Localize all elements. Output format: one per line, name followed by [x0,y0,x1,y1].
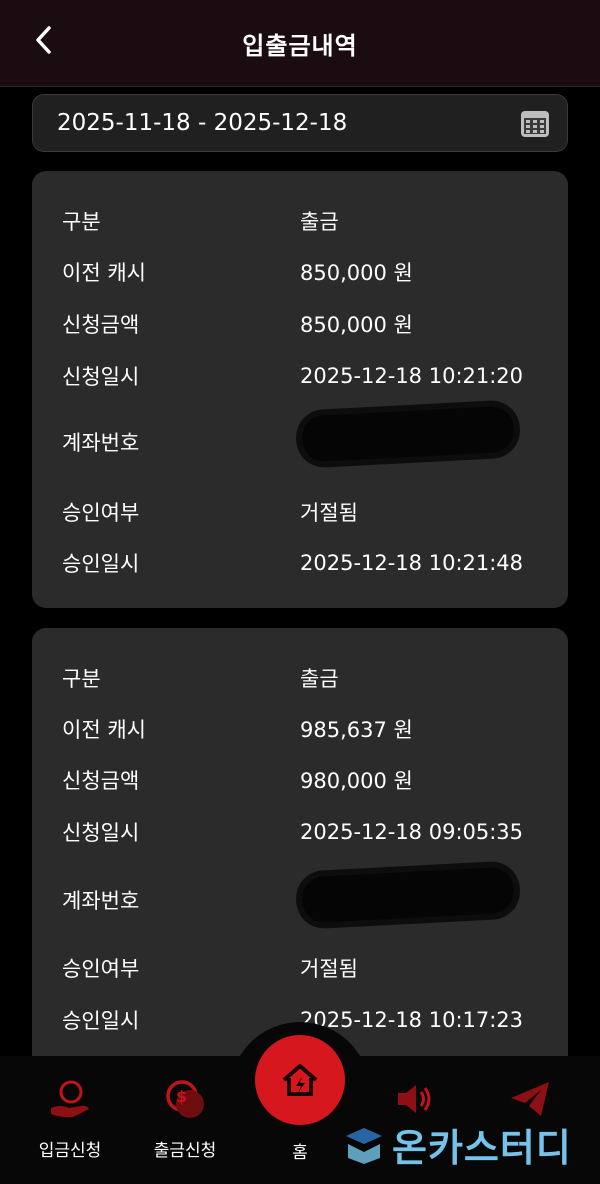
account-label: 계좌번호 [62,889,140,913]
transaction-card: 구분 출금 이전 캐시 850,000 원 신청금액 850,000 원 신청일… [32,171,568,608]
status-label: 승인여부 [62,501,140,525]
page-title: 입출금내역 [242,31,358,60]
approval-time-label: 승인일시 [62,552,140,576]
nav-withdraw[interactable]: $ 출금신청 [130,1076,240,1161]
watermark: 온카스터디 [342,1118,572,1170]
category-label: 구분 [62,667,101,691]
date-range-field[interactable]: 2025-11-18 - 2025-12-18 [32,94,568,152]
nav-home-button[interactable] [255,1035,345,1125]
speaker-icon [398,1085,431,1113]
amount-value: 980,000 원 [300,769,413,793]
row-approval-time: 승인일시 2025-12-18 10:21:48 [62,548,558,578]
nav-message[interactable] [475,1076,585,1122]
deposit-hand-coin-icon [51,1080,89,1118]
calendar-icon [521,111,549,137]
request-time-value: 2025-12-18 09:05:35 [300,820,524,844]
account-label: 계좌번호 [62,431,140,455]
request-time-label: 신청일시 [62,365,140,389]
prev-cash-label: 이전 캐시 [62,261,146,285]
transaction-card: 구분 출금 이전 캐시 985,637 원 신청금액 980,000 원 신청일… [32,628,568,1068]
app-header: 입출금내역 [0,0,600,87]
watermark-book-icon [346,1128,382,1164]
approval-time-value: 2025-12-18 10:17:23 [300,1008,524,1032]
back-arrow-icon [36,26,51,54]
row-request-time: 신청일시 2025-12-18 09:05:35 [62,817,558,847]
row-status: 승인여부 거절됨 [62,953,558,983]
approval-time-value: 2025-12-18 10:21:48 [300,551,524,575]
row-prev-cash: 이전 캐시 985,637 원 [62,714,558,744]
calendar-button[interactable] [519,107,551,139]
nav-deposit[interactable]: 입금신청 [15,1076,125,1161]
withdraw-coin-icon: $ [166,1080,204,1118]
row-category: 구분 출금 [62,663,558,693]
date-range-text: 2025-11-18 - 2025-12-18 [57,110,348,136]
category-value: 출금 [300,667,339,691]
request-time-value: 2025-12-18 10:21:20 [300,364,524,388]
prev-cash-value: 985,637 원 [300,718,413,742]
status-value: 거절됨 [300,957,358,981]
prev-cash-value: 850,000 원 [300,261,413,285]
row-amount: 신청금액 850,000 원 [62,309,558,339]
request-time-label: 신청일시 [62,821,140,845]
nav-notice[interactable] [360,1076,470,1122]
watermark-text: 온카스터디 [392,1125,572,1170]
status-label: 승인여부 [62,957,140,981]
svg-text:$: $ [176,1087,187,1106]
back-button[interactable] [28,24,60,56]
prev-cash-label: 이전 캐시 [62,718,146,742]
amount-value: 850,000 원 [300,313,413,337]
amount-label: 신청금액 [62,769,140,793]
category-label: 구분 [62,210,101,234]
row-request-time: 신청일시 2025-12-18 10:21:20 [62,361,558,391]
home-house-icon [282,1064,318,1096]
row-category: 구분 출금 [62,206,558,236]
category-value: 출금 [300,210,339,234]
nav-deposit-label: 입금신청 [38,1141,102,1161]
nav-home-label: 홈 [292,1143,308,1163]
amount-label: 신청금액 [62,313,140,337]
nav-withdraw-label: 출금신청 [153,1141,217,1161]
row-amount: 신청금액 980,000 원 [62,765,558,795]
row-prev-cash: 이전 캐시 850,000 원 [62,257,558,287]
paper-plane-icon [511,1082,549,1116]
status-value: 거절됨 [300,501,358,525]
row-status: 승인여부 거절됨 [62,497,558,527]
